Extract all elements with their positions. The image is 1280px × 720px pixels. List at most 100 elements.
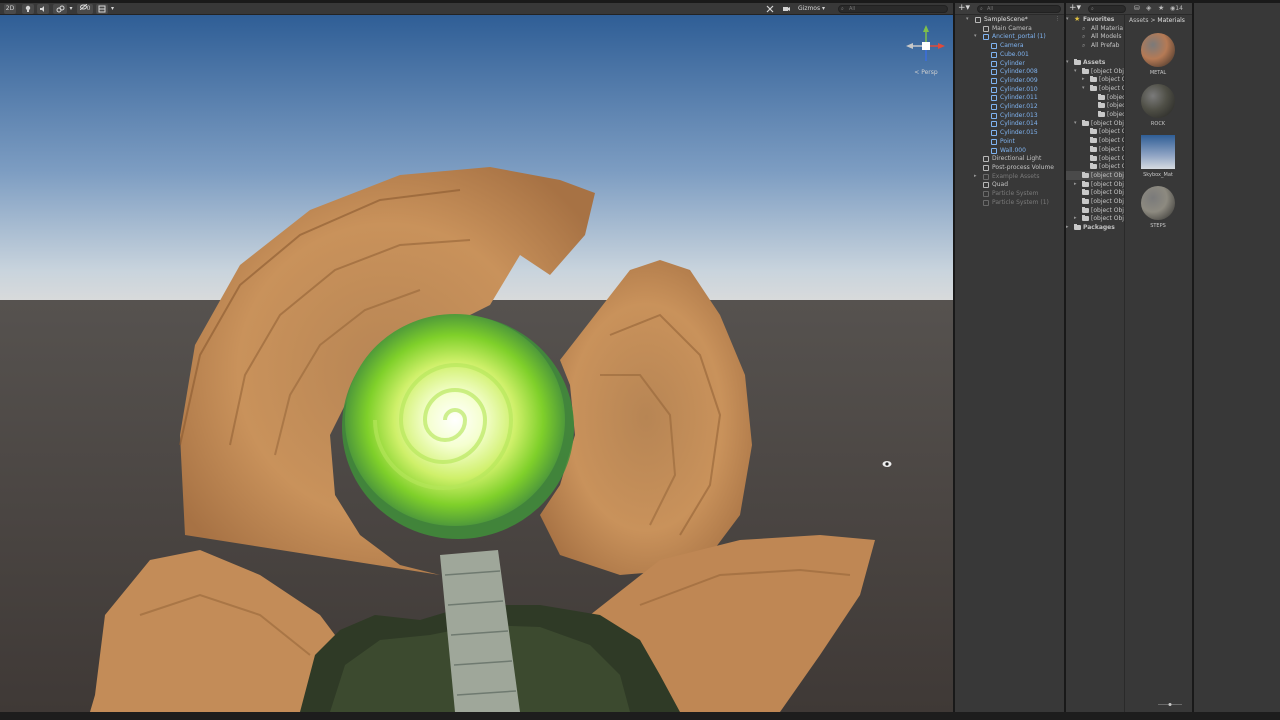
scene-search-input[interactable]: ⌕ All — [838, 5, 948, 13]
project-folder[interactable]: [object Object] — [1066, 206, 1124, 215]
hierarchy-item[interactable]: Camera — [955, 41, 1064, 50]
favorites-section[interactable]: ▾ ★ Favorites — [1066, 15, 1124, 24]
favorite-item[interactable]: ⌕ All Materia — [1066, 24, 1124, 33]
folder-materials-selected[interactable]: [object Object] — [1066, 170, 1124, 180]
hierarchy-search-input[interactable]: ⌕ All — [977, 5, 1061, 13]
hierarchy-item[interactable]: Cylinder.013 — [955, 111, 1064, 120]
create-button[interactable]: +▾ — [958, 4, 972, 13]
hierarchy-item[interactable]: ▾ Ancient_portal (1) — [955, 32, 1064, 41]
hierarchy-item[interactable]: Post-process Volume — [955, 163, 1064, 172]
hierarchy-item[interactable]: Cylinder.015 — [955, 128, 1064, 137]
grid-dropdown-icon[interactable]: ▾ — [109, 4, 116, 14]
hierarchy-item[interactable]: Cylinder.010 — [955, 85, 1064, 94]
grid-toggle-icon[interactable] — [96, 4, 108, 14]
hidden-objects-toggle[interactable]: 0 — [77, 3, 93, 14]
material-asset[interactable]: METAL — [1138, 33, 1178, 76]
breadcrumb-materials[interactable]: Materials — [1157, 17, 1185, 24]
search-by-type-icon[interactable]: ⛁ — [1134, 4, 1140, 12]
expand-arrow-icon[interactable]: ▾ — [1082, 84, 1085, 93]
project-folder[interactable]: [object Object] — [1066, 197, 1124, 206]
project-folder[interactable]: ▾ [object Object] — [1066, 84, 1124, 93]
expand-arrow-icon[interactable]: ▾ — [1066, 15, 1069, 24]
scene-orientation-gizmo[interactable]: < Persp — [903, 23, 949, 83]
project-folder[interactable]: ▾ [object Object] — [1066, 67, 1124, 76]
expand-arrow-icon[interactable]: ▸ — [1066, 223, 1069, 232]
expand-arrow-icon[interactable]: ▾ — [974, 32, 977, 41]
hierarchy-item[interactable]: ▾ SampleScene* ⋮ — [955, 15, 1064, 24]
camera-settings-icon[interactable] — [780, 4, 792, 14]
hierarchy-item[interactable]: Cylinder — [955, 59, 1064, 68]
gameobject-icon — [991, 147, 997, 154]
expand-arrow-icon[interactable]: ▸ — [1082, 75, 1085, 84]
expand-arrow-icon[interactable]: ▸ — [1074, 180, 1077, 189]
hierarchy-item-label: Cube.001 — [1000, 50, 1029, 58]
hierarchy-item[interactable]: Particle System — [955, 189, 1064, 198]
folder-icon — [1098, 111, 1105, 117]
lighting-toggle-icon[interactable] — [22, 4, 34, 14]
expand-arrow-icon[interactable]: ▾ — [1074, 119, 1077, 128]
effects-dropdown-icon[interactable]: ▾ — [68, 4, 74, 14]
project-folder[interactable]: ▸ [object Object] — [1066, 75, 1124, 84]
material-asset[interactable]: STEPS — [1138, 186, 1178, 229]
scene-viewport[interactable] — [0, 15, 953, 712]
expand-arrow-icon[interactable]: ▾ — [1074, 67, 1077, 76]
gameobject-icon — [991, 130, 997, 137]
hierarchy-item[interactable]: Cylinder.008 — [955, 67, 1064, 76]
project-folder[interactable]: [object Object] — [1066, 162, 1124, 171]
project-folder[interactable]: [object Object] — [1066, 145, 1124, 154]
packages-root[interactable]: ▸ Packages — [1066, 223, 1124, 232]
hierarchy-item[interactable]: Wall.000 — [955, 146, 1064, 155]
hierarchy-item[interactable]: Cylinder.012 — [955, 102, 1064, 111]
expand-arrow-icon[interactable]: ▾ — [1066, 58, 1069, 67]
hierarchy-item[interactable]: Cylinder.014 — [955, 119, 1064, 128]
hierarchy-item[interactable]: ▸ Example Assets — [955, 172, 1064, 181]
project-create-button[interactable]: +▾ — [1069, 4, 1083, 13]
hierarchy-item[interactable]: Main Camera — [955, 24, 1064, 33]
favorite-item[interactable]: ⌕ All Prefab — [1066, 41, 1124, 50]
hierarchy-item[interactable]: Quad — [955, 180, 1064, 189]
project-folder[interactable]: [object Object] — [1066, 136, 1124, 145]
icon-size-slider[interactable] — [1153, 703, 1187, 706]
assets-root[interactable]: ▾ Assets — [1066, 58, 1124, 67]
project-folder[interactable]: [object Object] — [1066, 127, 1124, 136]
hierarchy-item[interactable]: Cube.001 — [955, 50, 1064, 59]
project-search-input[interactable]: ⌕ — [1088, 5, 1126, 13]
expand-arrow-icon[interactable]: ▾ — [966, 15, 969, 24]
hidden-packages-button[interactable]: ◉14 — [1170, 5, 1183, 12]
material-asset[interactable]: Skybox_Mat — [1138, 135, 1178, 178]
audio-toggle-icon[interactable] — [37, 4, 49, 14]
2d-toggle-button[interactable]: 2D — [4, 4, 16, 14]
expand-arrow-icon[interactable]: ▸ — [1074, 214, 1077, 223]
effects-toggle-icon[interactable] — [53, 4, 67, 14]
project-folder[interactable]: ▸ [object Object] — [1066, 214, 1124, 223]
favorite-item[interactable]: ⌕ All Models — [1066, 32, 1124, 41]
hierarchy-item[interactable]: Directional Light — [955, 154, 1064, 163]
project-folder[interactable]: [object Object] — [1066, 110, 1124, 119]
projection-mode-label[interactable]: < Persp — [903, 69, 949, 76]
project-folder[interactable]: ▾ [object Object] — [1066, 119, 1124, 128]
search-by-label-icon[interactable]: ◈ — [1146, 4, 1151, 12]
gizmos-menu[interactable]: Gizmos ▾ — [798, 4, 825, 14]
hierarchy-item[interactable]: Particle System (1) — [955, 198, 1064, 207]
project-folder[interactable]: ▸ [object Object] — [1066, 180, 1124, 189]
project-folder[interactable]: [object Object] — [1066, 188, 1124, 197]
project-folder[interactable]: [object Object] — [1066, 93, 1124, 102]
hierarchy-item[interactable]: Cylinder.009 — [955, 76, 1064, 85]
tools-icon[interactable] — [764, 4, 776, 14]
material-asset[interactable]: ROCK — [1138, 84, 1178, 127]
project-folder[interactable]: [object Object] — [1066, 154, 1124, 163]
scene-view[interactable]: 2D ▾ 0 ▾ Gizmos ▾ ⌕ All < Persp — [0, 3, 953, 712]
project-folder[interactable]: [object Object] — [1066, 101, 1124, 110]
portal-vortex[interactable] — [342, 314, 574, 539]
collapse-arrow-icon[interactable]: ▸ — [974, 172, 977, 181]
gameobject-icon — [983, 25, 989, 32]
hierarchy-item[interactable]: Point — [955, 137, 1064, 146]
favorite-icon[interactable]: ★ — [1158, 4, 1164, 12]
hierarchy-toolbar: +▾ ⌕ All — [955, 3, 1064, 15]
breadcrumb-assets[interactable]: Assets — [1129, 17, 1149, 24]
scene-menu-icon[interactable]: ⋮ — [1055, 15, 1060, 24]
scene-icon — [975, 17, 981, 23]
hierarchy-item[interactable]: Cylinder.011 — [955, 93, 1064, 102]
gameobject-icon — [983, 199, 989, 206]
hierarchy-search-placeholder: All — [987, 6, 994, 12]
